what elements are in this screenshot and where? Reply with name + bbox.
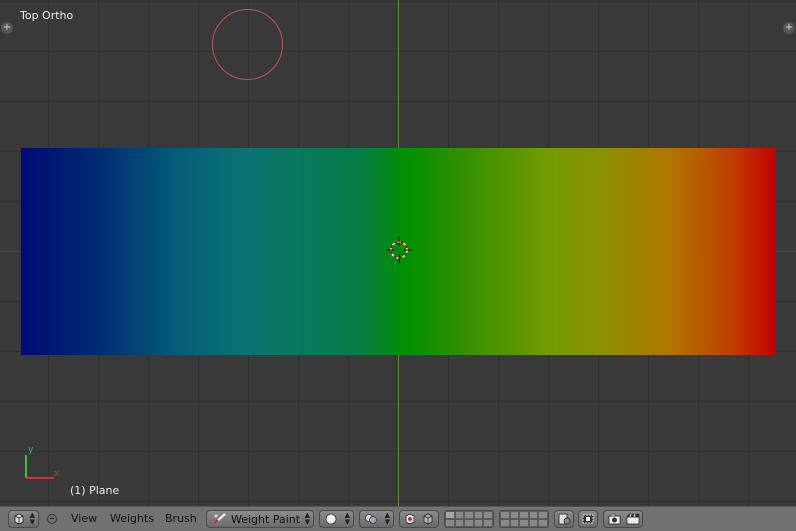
layer-button[interactable] (454, 511, 465, 519)
chevron-updown-icon: ▲ ▼ (29, 511, 35, 526)
layer-button[interactable] (528, 511, 539, 519)
layer-button[interactable] (483, 511, 493, 519)
scene-lock-icon (558, 513, 571, 525)
layer-button[interactable] (473, 519, 484, 527)
editor-type-button[interactable]: ▲ ▼ (8, 510, 39, 528)
chevron-updown-icon: ▲ ▼ (384, 511, 390, 526)
layer-button[interactable] (538, 519, 548, 527)
active-object-label: (1) Plane (70, 484, 120, 497)
layer-button[interactable] (519, 519, 529, 527)
layer-button[interactable] (454, 519, 465, 527)
layer-button[interactable] (500, 519, 510, 527)
layer-button[interactable] (519, 511, 529, 519)
face-mask-icon[interactable] (402, 513, 418, 525)
chevron-updown-icon: ▲ ▼ (344, 511, 350, 526)
layer-buttons-group-2[interactable] (499, 510, 549, 528)
layer-button[interactable] (483, 519, 493, 527)
layer-button[interactable] (445, 519, 455, 527)
pivot-icon (365, 514, 377, 524)
region-expand-left-icon[interactable]: + (1, 22, 13, 34)
region-expand-right-icon[interactable]: + (783, 22, 795, 34)
menu-brush[interactable]: Brush (165, 512, 197, 525)
opengl-render-button[interactable] (578, 510, 598, 528)
mode-dropdown[interactable]: Weight Paint ▲ ▼ (206, 510, 314, 528)
viewport-shading-dropdown[interactable]: ▲ ▼ (319, 510, 354, 528)
menu-view[interactable]: View (71, 512, 97, 525)
solid-sphere-icon (325, 513, 337, 525)
view-label: Top Ortho (20, 9, 74, 22)
layer-button[interactable] (445, 511, 455, 519)
collapse-menu-icon[interactable] (47, 514, 57, 524)
camera-render-icon[interactable] (607, 513, 623, 525)
chevron-updown-icon: ▲ ▼ (304, 511, 310, 526)
cube-icon (14, 513, 24, 525)
3d-cursor-icon (386, 237, 412, 263)
layer-button[interactable] (509, 519, 520, 527)
layer-button[interactable] (500, 511, 510, 519)
layer-button[interactable] (509, 511, 520, 519)
layer-button[interactable] (538, 511, 548, 519)
3d-viewport[interactable]: Top Ortho + + y x (1) Plane (0, 0, 796, 506)
layer-button[interactable] (528, 519, 539, 527)
gizmo-x-label: x (54, 469, 60, 479)
render-region-icon (582, 514, 594, 524)
lamp-object[interactable] (212, 9, 283, 80)
layer-buttons-group-1[interactable] (444, 510, 494, 528)
layer-button[interactable] (464, 519, 474, 527)
layer-button[interactable] (473, 511, 484, 519)
viewport-header: ▲ ▼ View Weights Brush Weight Paint ▲ ▼ ▲ ▼… (0, 506, 796, 531)
weight-paint-icon (213, 513, 226, 525)
lock-camera-button[interactable] (554, 510, 574, 528)
clapperboard-icon[interactable] (625, 513, 641, 525)
axis-gizmo-icon: y x (25, 445, 60, 479)
gizmo-y-label: y (28, 445, 34, 455)
menu-weights[interactable]: Weights (110, 512, 154, 525)
mask-toggle-group (399, 510, 439, 528)
vertex-mask-icon[interactable] (420, 513, 436, 525)
pivot-point-dropdown[interactable]: ▲ ▼ (359, 510, 394, 528)
layer-button[interactable] (464, 511, 474, 519)
mode-label: Weight Paint (231, 513, 301, 526)
render-buttons-group (603, 510, 643, 528)
